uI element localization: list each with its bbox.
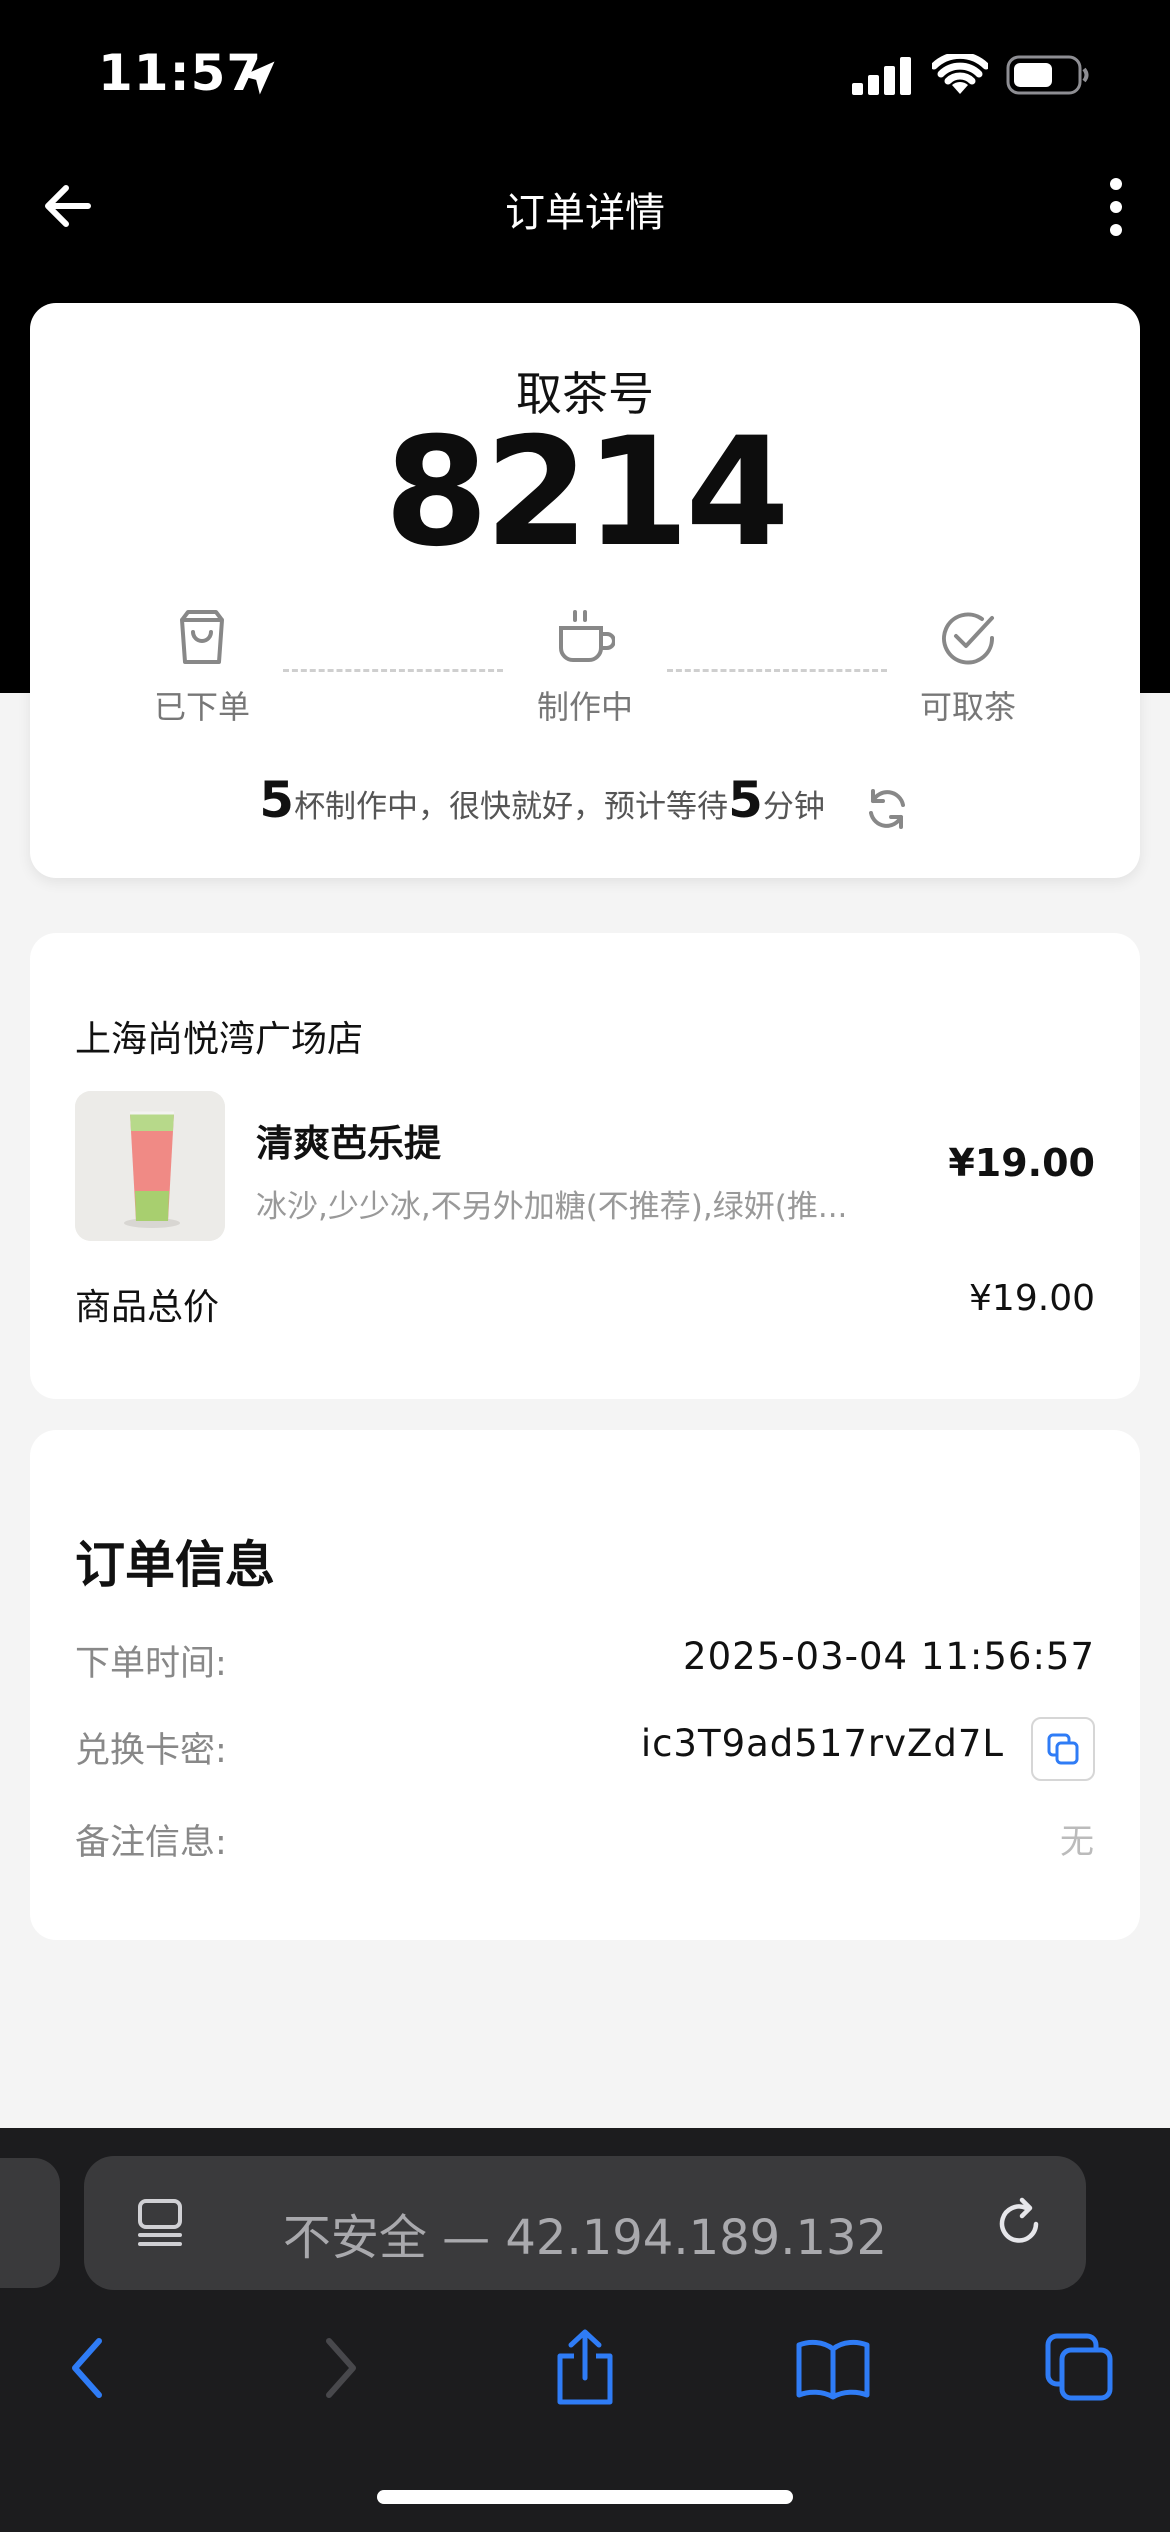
wait-text: 杯制作中，很快就好，预计等待 xyxy=(294,789,729,825)
step-ready: 可取茶 xyxy=(858,608,1078,728)
more-options-icon[interactable] xyxy=(1098,172,1134,242)
store-name: 上海尚悦湾广场店 xyxy=(75,1019,364,1060)
previous-tab-preview[interactable] xyxy=(0,2158,60,2288)
product-image xyxy=(75,1091,225,1241)
step-label: 可取茶 xyxy=(919,688,1016,726)
bookmarks-button[interactable] xyxy=(793,2328,873,2408)
step-label: 制作中 xyxy=(536,688,633,726)
step-ordered: 已下单 xyxy=(92,608,312,728)
order-info-card: 订单信息 下单时间: 2025-03-04 11:56:57 兑换卡密: ic3… xyxy=(30,1430,1140,1940)
pickup-number: 8214 xyxy=(384,406,789,580)
total-value: ¥19.00 xyxy=(969,1278,1095,1319)
order-time-label: 下单时间: xyxy=(75,1644,227,1684)
step-label: 已下单 xyxy=(153,688,250,726)
order-items-card: 上海尚悦湾广场店 清爽芭乐提 冰沙,少少冰,不另外加糖(不推荐),绿妍(推...… xyxy=(30,933,1140,1399)
url-text[interactable]: 不安全 — 42.194.189.132 xyxy=(84,2198,1086,2268)
chevron-left-icon xyxy=(72,2338,102,2398)
browser-forward-button[interactable] xyxy=(300,2328,380,2408)
wait-estimate: 5杯制作中，很快就好，预计等待5分钟 xyxy=(30,771,1140,833)
total-label: 商品总价 xyxy=(75,1287,220,1328)
reload-icon[interactable] xyxy=(992,2196,1046,2250)
product-spec: 冰沙,少少冰,不另外加糖(不推荐),绿妍(推... xyxy=(256,1189,848,1225)
browser-toolbar: 不安全 — 42.194.189.132 xyxy=(0,2128,1170,2532)
step-connector xyxy=(283,669,503,672)
cup-icon xyxy=(559,610,615,662)
remark-label: 备注信息: xyxy=(75,1823,227,1863)
bookmarks-icon xyxy=(796,2339,870,2400)
redeem-code-value[interactable]: ic3T9ad517rvZd7L xyxy=(641,1722,1004,1765)
share-icon xyxy=(557,2329,613,2405)
cups-in-progress: 5 xyxy=(259,771,295,829)
battery-icon xyxy=(1006,55,1089,95)
wifi-icon xyxy=(932,54,988,94)
check-circle-icon xyxy=(942,612,995,665)
pickup-card: 取茶号 8214 已下单 制作中 可取茶 5杯制作中，很快就好，预计等待5分钟 xyxy=(30,303,1140,878)
copy-icon xyxy=(1047,1733,1079,1765)
page-title: 订单详情 xyxy=(505,190,665,236)
share-button[interactable] xyxy=(545,2328,625,2408)
refresh-icon[interactable] xyxy=(863,785,911,833)
order-time-value: 2025-03-04 11:56:57 xyxy=(683,1635,1095,1678)
step-making: 制作中 xyxy=(475,608,695,728)
order-info-title: 订单信息 xyxy=(75,1536,275,1594)
address-bar[interactable]: 不安全 — 42.194.189.132 xyxy=(84,2156,1086,2290)
wait-unit: 分钟 xyxy=(762,789,825,825)
wait-minutes: 5 xyxy=(728,771,763,829)
step-connector xyxy=(667,669,887,672)
remark-value: 无 xyxy=(1060,1822,1095,1862)
tabs-button[interactable] xyxy=(1040,2328,1120,2408)
tabs-icon xyxy=(1045,2333,1113,2401)
cellular-signal-icon xyxy=(852,57,911,95)
status-indicators xyxy=(852,54,1090,96)
chevron-right-icon xyxy=(326,2338,356,2398)
copy-button[interactable] xyxy=(1031,1717,1095,1781)
bag-icon xyxy=(180,610,224,664)
product-name: 清爽芭乐提 xyxy=(256,1122,441,1165)
redeem-code-label: 兑换卡密: xyxy=(75,1731,227,1771)
home-indicator xyxy=(377,2490,793,2504)
product-price: ¥19.00 xyxy=(948,1141,1095,1185)
browser-back-button[interactable] xyxy=(48,2328,128,2408)
location-arrow-icon xyxy=(241,61,275,95)
